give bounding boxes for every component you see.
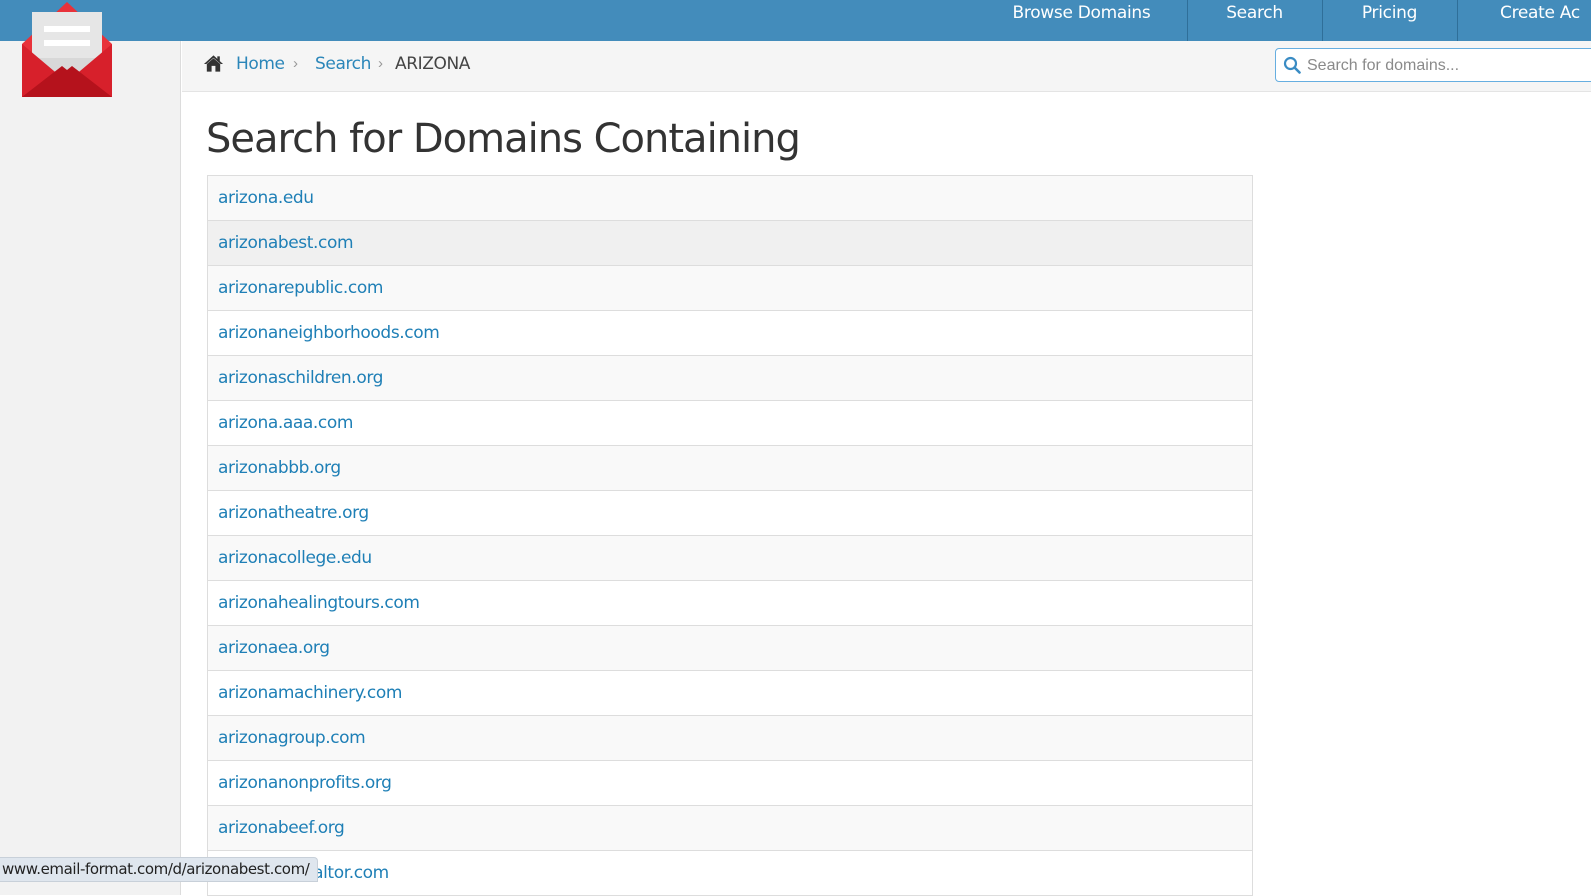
domain-row: arizonamachinery.com — [207, 671, 1253, 716]
domain-row: arizonabbb.org — [207, 446, 1253, 491]
domain-link[interactable]: arizonarepublic.com — [218, 277, 383, 299]
domain-link[interactable]: arizonacollege.edu — [218, 547, 372, 569]
domain-link[interactable]: arizonaschildren.org — [218, 367, 383, 389]
breadcrumb-current: ARIZONA — [395, 54, 471, 74]
nav-pricing[interactable]: Pricing — [1323, 0, 1456, 41]
domain-search-box[interactable] — [1275, 48, 1591, 82]
domain-link[interactable]: arizonaea.org — [218, 637, 330, 659]
nav-search[interactable]: Search — [1188, 0, 1321, 41]
domain-link[interactable]: arizonabest.com — [218, 232, 354, 254]
breadcrumb-search-link[interactable]: Search — [315, 53, 371, 75]
domain-row: arizonagroup.com — [207, 716, 1253, 761]
top-nav-bar: Browse Domains Search Pricing Create Ac — [0, 0, 1591, 41]
browser-status-bar: www.email-format.com/d/arizonabest.com/ — [0, 857, 319, 882]
home-icon[interactable] — [203, 54, 224, 73]
domain-link[interactable]: arizonagroup.com — [218, 727, 366, 749]
domain-row: arizonaea.org — [207, 626, 1253, 671]
domain-row: arizonaschildren.org — [207, 356, 1253, 401]
domain-row: arizonacollege.edu — [207, 536, 1253, 581]
domain-row: arizonahealingtours.com — [207, 581, 1253, 626]
domain-link[interactable]: arizona.aaa.com — [218, 412, 353, 434]
domain-link[interactable]: arizonabbb.org — [218, 457, 341, 479]
domain-row: arizonarepublic.com — [207, 266, 1253, 311]
search-icon — [1283, 56, 1301, 74]
chevron-right-icon: › — [293, 55, 298, 72]
sidebar — [0, 41, 181, 895]
search-input[interactable] — [1305, 53, 1589, 79]
domain-row: arizona.aaa.com — [207, 401, 1253, 446]
domain-row: arizonaacrealtor.com — [207, 851, 1253, 896]
domain-link[interactable]: arizona.edu — [218, 187, 314, 209]
domain-row: arizonabeef.org — [207, 806, 1253, 851]
domain-row: arizonabest.com — [207, 221, 1253, 266]
domain-row: arizona.edu — [207, 176, 1253, 221]
domain-link[interactable]: arizonamachinery.com — [218, 682, 402, 704]
domain-link[interactable]: arizonaneighborhoods.com — [218, 322, 440, 344]
page-title: Search for Domains Containing — [206, 116, 801, 162]
breadcrumb-home-link[interactable]: Home — [236, 53, 285, 75]
domain-link[interactable]: arizonatheatre.org — [218, 502, 369, 524]
domain-link[interactable]: arizonanonprofits.org — [218, 772, 392, 794]
nav-browse-domains[interactable]: Browse Domains — [1000, 0, 1163, 41]
domain-list: arizona.edu arizonabest.com arizonarepub… — [207, 175, 1253, 896]
domain-row: arizonaneighborhoods.com — [207, 311, 1253, 356]
chevron-right-icon: › — [378, 55, 383, 72]
domain-row: arizonanonprofits.org — [207, 761, 1253, 806]
email-logo-icon[interactable] — [22, 0, 112, 100]
nav-create-account[interactable]: Create Ac — [1458, 0, 1591, 41]
domain-row: arizonatheatre.org — [207, 491, 1253, 536]
domain-link[interactable]: arizonabeef.org — [218, 817, 345, 839]
domain-link[interactable]: arizonahealingtours.com — [218, 592, 420, 614]
